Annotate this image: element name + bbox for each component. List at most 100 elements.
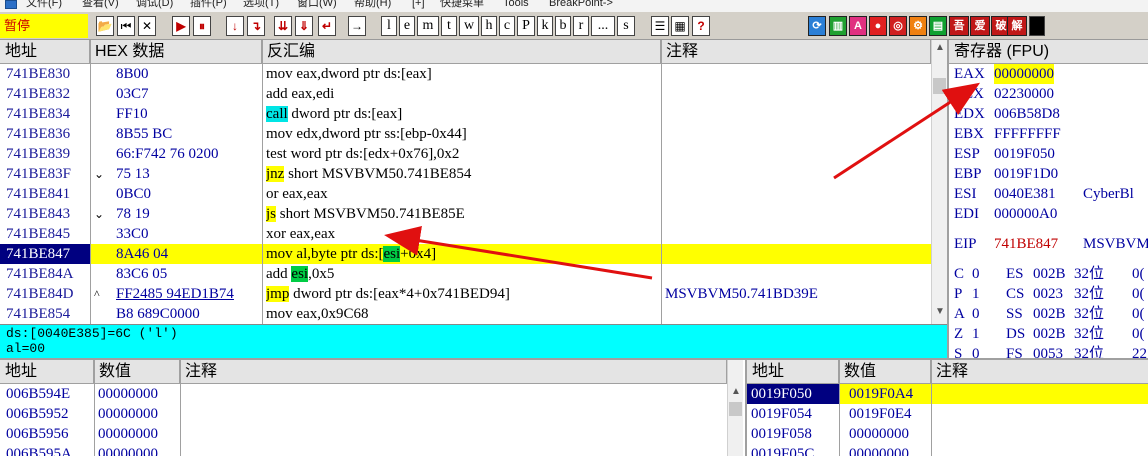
calc-icon[interactable]: ▤ xyxy=(929,16,947,36)
disasm-address[interactable]: 741BE84A xyxy=(0,264,90,284)
disasm-instruction[interactable]: xor eax,eax xyxy=(266,224,660,244)
register-value[interactable]: 741BE847 xyxy=(994,234,1058,254)
stack-header-comment[interactable]: 注释 xyxy=(931,360,1148,384)
register-value[interactable]: 0019F050 xyxy=(994,144,1055,164)
flag-row[interactable]: S 0 FS 0053 32位 22 xyxy=(949,344,1148,358)
register-row-esi[interactable]: ESI 0040E381 CyberBl xyxy=(949,184,1148,204)
dump-header-value[interactable]: 数值 xyxy=(94,360,180,384)
dump-value[interactable]: 00000000 xyxy=(98,444,180,456)
flag-value[interactable]: 1 xyxy=(972,324,980,344)
menu-shortcut[interactable]: 快捷菜单 xyxy=(440,0,484,9)
disasm-address[interactable]: 741BE839 xyxy=(0,144,90,164)
step-over-icon[interactable]: ↴ xyxy=(247,16,265,36)
window-threads-button[interactable]: t xyxy=(441,16,457,36)
disasm-row[interactable]: 741BE847 8A46 04 mov al,byte ptr ds:[esi+0… xyxy=(0,244,931,264)
window-source-button[interactable]: s xyxy=(617,16,635,36)
ai-button[interactable]: 爱 xyxy=(970,16,990,36)
register-value[interactable]: 00000000 xyxy=(994,64,1054,84)
window-handles-button[interactable]: h xyxy=(481,16,497,36)
window-memory-button[interactable]: m xyxy=(417,16,439,36)
flag-row[interactable]: P 1 CS 0023 32位 0( xyxy=(949,284,1148,304)
stack-row[interactable]: 0019F054 0019F0E4 xyxy=(747,404,1148,424)
disasm-address[interactable]: 741BE830 xyxy=(0,64,90,84)
disasm-address[interactable]: 741BE84D xyxy=(0,284,90,304)
stack-value[interactable]: 00000000 xyxy=(849,444,931,456)
disasm-header-hex[interactable]: HEX 数据 xyxy=(90,40,262,64)
disasm-address[interactable]: 741BE841 xyxy=(0,184,90,204)
register-row-edx[interactable]: EDX 006B58D8 xyxy=(949,104,1148,124)
menu-breakpoint[interactable]: BreakPoint-> xyxy=(549,0,613,9)
register-value[interactable]: 0040E381 xyxy=(994,184,1056,204)
disasm-address[interactable]: 741BE83F xyxy=(0,164,90,184)
registers-header[interactable]: 寄存器 (FPU) xyxy=(949,40,1148,64)
menu-debug[interactable]: 调试(D) xyxy=(136,0,173,9)
restart-icon[interactable]: ⏮ xyxy=(117,16,135,36)
open-icon[interactable]: 📂 xyxy=(96,16,114,36)
window-cpu-button[interactable]: c xyxy=(499,16,515,36)
register-row-ecx[interactable]: ECX 02230000 xyxy=(949,84,1148,104)
disasm-instruction[interactable]: js short MSVBVM50.741BE85E xyxy=(266,204,660,224)
disasm-instruction[interactable]: jmp dword ptr ds:[eax*4+0x741BED94] xyxy=(266,284,660,304)
disasm-instruction[interactable]: mov eax,0x9C68 xyxy=(266,304,660,324)
dump-row[interactable]: 006B595A 00000000 xyxy=(0,444,727,456)
dump-scroll-thumb[interactable] xyxy=(729,402,742,416)
flag-value[interactable]: 1 xyxy=(972,284,980,304)
flag-value[interactable]: 0 xyxy=(972,344,980,358)
dump-row[interactable]: 006B5956 00000000 xyxy=(0,424,727,444)
close-icon[interactable]: ✕ xyxy=(138,16,156,36)
plugin-icon[interactable]: ▥ xyxy=(829,16,847,36)
goto-icon[interactable]: → xyxy=(348,16,366,36)
refresh-icon[interactable]: ⟳ xyxy=(808,16,826,36)
stack-value[interactable]: 00000000 xyxy=(849,424,931,444)
disasm-instruction[interactable]: add esi,0x5 xyxy=(266,264,660,284)
disasm-address[interactable]: 741BE836 xyxy=(0,124,90,144)
disasm-header-comment[interactable]: 注释 xyxy=(661,40,931,64)
register-row-edi[interactable]: EDI 000000A0 xyxy=(949,204,1148,224)
flag-row[interactable]: A 0 SS 002B 32位 0( xyxy=(949,304,1148,324)
dump-address[interactable]: 006B594E xyxy=(6,384,92,404)
disasm-row[interactable]: 741BE834 FF10 call dword ptr ds:[eax] xyxy=(0,104,931,124)
dump-row[interactable]: 006B594E 00000000 xyxy=(0,384,727,404)
execute-till-return-icon[interactable]: ↵ xyxy=(318,16,336,36)
dump-value[interactable]: 00000000 xyxy=(98,404,180,424)
window-executables-button[interactable]: e xyxy=(399,16,415,36)
settings-icon[interactable]: ⚙ xyxy=(909,16,927,36)
register-row-eip[interactable]: EIP 741BE847 MSVBVM5 xyxy=(949,234,1148,254)
stack-address[interactable]: 0019F054 xyxy=(747,404,839,424)
jie-button[interactable]: 解 xyxy=(1007,16,1027,36)
help-icon[interactable]: ? xyxy=(692,16,710,36)
disasm-instruction[interactable]: jnz short MSVBVM50.741BE854 xyxy=(266,164,660,184)
flag-value[interactable]: 0 xyxy=(972,304,980,324)
stack-header-address[interactable]: 地址 xyxy=(747,360,839,384)
disasm-scroll-thumb[interactable] xyxy=(933,78,946,94)
trace-over-icon[interactable]: ⇓ xyxy=(295,16,313,36)
disasm-row[interactable]: 741BE836 8B55 BC mov edx,dword ptr ss:[ebp… xyxy=(0,124,931,144)
disasm-instruction[interactable]: test word ptr ds:[edx+0x76],0x2 xyxy=(266,144,660,164)
disasm-row[interactable]: 741BE845 33C0 xor eax,eax xyxy=(0,224,931,244)
dump-header-address[interactable]: 地址 xyxy=(0,360,94,384)
register-row-eax[interactable]: EAX 00000000 xyxy=(949,64,1148,84)
wu-button[interactable]: 吾 xyxy=(949,16,969,36)
dump-address[interactable]: 006B5956 xyxy=(6,424,92,444)
disasm-header-address[interactable]: 地址 xyxy=(0,40,90,64)
pause-icon[interactable]: ⏸ xyxy=(193,16,211,36)
stack-address[interactable]: 0019F05C xyxy=(747,444,839,456)
menu-tools[interactable]: Tools xyxy=(503,0,529,9)
disasm-row[interactable]: 741BE841 0BC0 or eax,eax xyxy=(0,184,931,204)
disasm-row[interactable]: 741BE830 8B00 mov eax,dword ptr ds:[eax] xyxy=(0,64,931,84)
disasm-instruction[interactable]: mov al,byte ptr ds:[esi+0x4] xyxy=(266,244,660,264)
flag-value[interactable]: 0 xyxy=(972,264,980,284)
disasm-row[interactable]: 741BE84A 83C6 05 add esi,0x5 xyxy=(0,264,931,284)
scroll-up-icon[interactable]: ▲ xyxy=(932,42,947,53)
disasm-scrollbar[interactable]: ▲ ▼ xyxy=(931,40,947,324)
disasm-header-disasm[interactable]: 反汇编 xyxy=(262,40,661,64)
disasm-address[interactable]: 741BE832 xyxy=(0,84,90,104)
disasm-row[interactable]: 741BE839 66:F742 76 0200 test word ptr ds:… xyxy=(0,144,931,164)
menu-view[interactable]: 查看(V) xyxy=(82,0,119,9)
stack-row[interactable]: 0019F05C 00000000 xyxy=(747,444,1148,456)
stack-row[interactable]: 0019F050 0019F0A4 xyxy=(747,384,1148,404)
disasm-address[interactable]: 741BE843 xyxy=(0,204,90,224)
register-value[interactable]: 02230000 xyxy=(994,84,1054,104)
disasm-row[interactable]: 741BE83F ⌄ 75 13 jnz short MSVBVM50.741BE85… xyxy=(0,164,931,184)
disasm-address[interactable]: 741BE834 xyxy=(0,104,90,124)
